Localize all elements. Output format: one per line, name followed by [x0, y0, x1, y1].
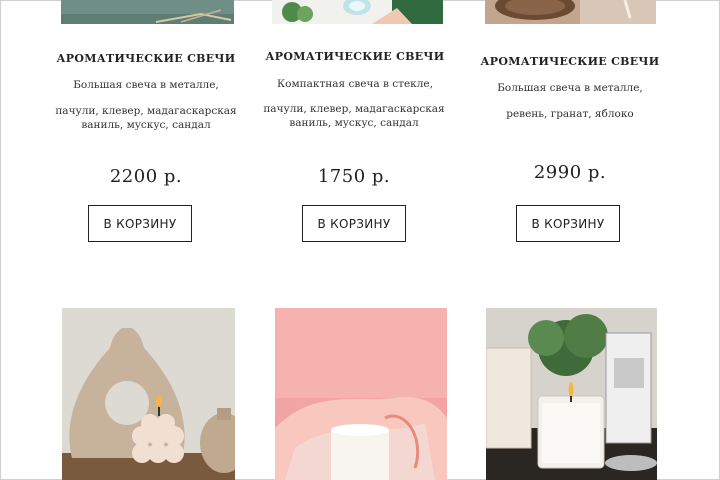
product-notes: ревень, гранат, яблоко [506, 108, 634, 120]
product-title: АРОМАТИЧЕСКИЕ СВЕЧИ [56, 52, 236, 65]
product-title: АРОМАТИЧЕСКИЕ СВЕЧИ [265, 50, 445, 63]
product-notes: пачули, клевер, мадагаскарская ваниль, м… [263, 103, 445, 129]
product-description: Компактная свеча в стекле, [277, 78, 433, 90]
product-image-3[interactable] [485, 0, 656, 24]
product-image-4[interactable] [62, 308, 235, 480]
product-notes: пачули, клевер, мадагаскарская ваниль, м… [55, 105, 237, 131]
product-price: 2200 р. [109, 166, 183, 187]
product-image-2[interactable] [272, 0, 443, 24]
product-image-1[interactable] [61, 0, 234, 24]
add-to-cart-button[interactable]: В КОРЗИНУ [516, 205, 620, 242]
product-title: АРОМАТИЧЕСКИЕ СВЕЧИ [480, 55, 660, 68]
add-to-cart-button[interactable]: В КОРЗИНУ [88, 205, 192, 242]
product-description: Большая свеча в металле, [497, 82, 643, 94]
product-description: Большая свеча в металле, [73, 79, 219, 91]
add-to-cart-button[interactable]: В КОРЗИНУ [302, 205, 406, 242]
product-price: 2990 р. [533, 162, 607, 183]
product-image-5[interactable] [275, 308, 447, 480]
product-price: 1750 р. [317, 166, 391, 187]
product-image-6[interactable] [486, 308, 657, 480]
